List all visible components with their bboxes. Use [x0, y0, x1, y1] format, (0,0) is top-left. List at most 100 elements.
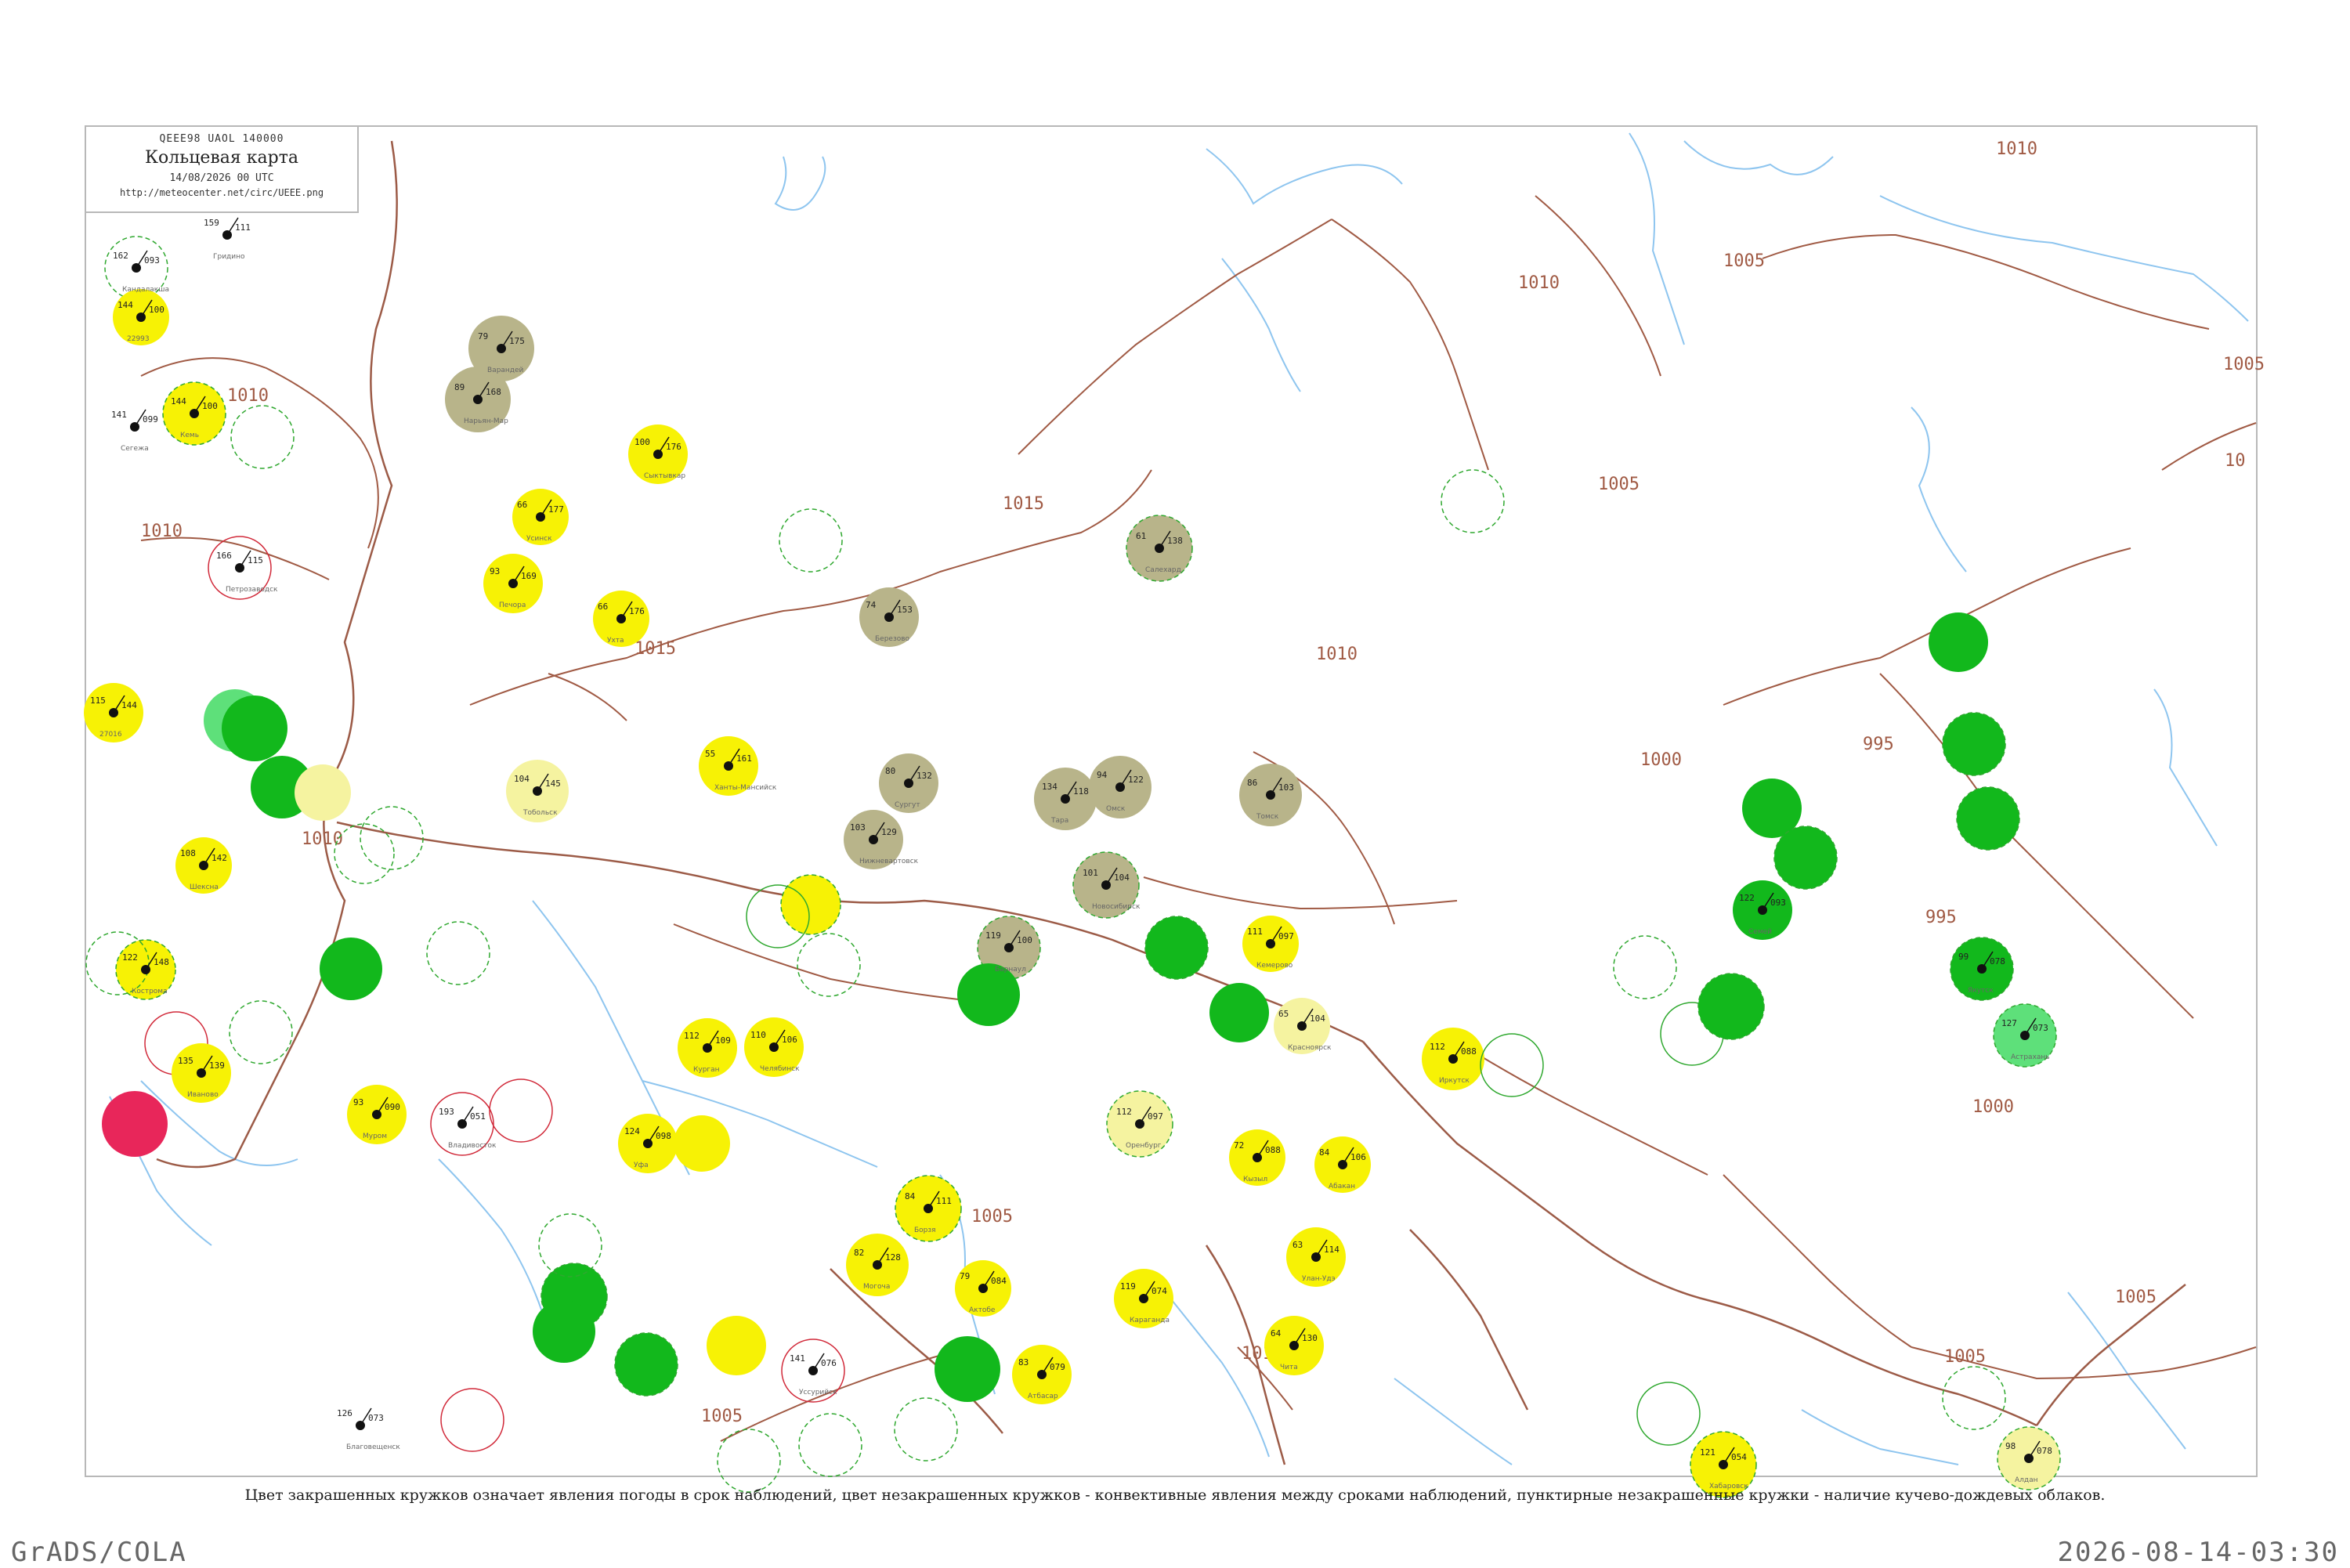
station-pressure: 093 — [1770, 898, 1786, 908]
station-name: Кемерово — [1256, 962, 1293, 970]
footer-timestamp: 2026-08-14-03:30 — [2057, 1537, 2339, 1568]
isobar-label-1005: 1005 — [1723, 251, 1765, 271]
isobar-label-1010: 1010 — [302, 829, 343, 849]
cb-ring — [230, 405, 295, 469]
footer-software: GrADS/COLA — [11, 1537, 187, 1568]
cb-ring — [229, 1000, 293, 1064]
station-name: Шексна — [190, 883, 219, 891]
station-pressure: 088 — [1265, 1145, 1281, 1155]
isobar-label-1005: 1005 — [2223, 355, 2265, 374]
station-name: Атбасар — [1028, 1393, 1058, 1400]
isobar-label-1010: 1010 — [1518, 273, 1560, 293]
station-pressure: 051 — [470, 1111, 486, 1122]
station-pressure: 130 — [1302, 1333, 1318, 1343]
station-pressure: 100 — [202, 401, 218, 411]
station-value: 119 — [1120, 1281, 1136, 1292]
map-url[interactable]: http://meteocenter.net/circ/UEEE.png — [86, 187, 357, 198]
station-value: 61 — [1136, 531, 1146, 541]
station-pressure: 132 — [916, 771, 932, 781]
bulletin-code: QEEE98 UAOL 140000 — [159, 133, 284, 145]
station-name: Сургут — [895, 801, 920, 809]
weather-circle-green — [533, 1300, 595, 1363]
station-value: 122 — [122, 952, 138, 963]
station-name: Якутск — [1968, 987, 1994, 995]
station-name: 27016 — [99, 731, 122, 739]
station-pressure: 145 — [545, 779, 561, 789]
convective-ring-red — [489, 1078, 553, 1143]
station-model[interactable]: 162 093 Кандалакша — [113, 250, 169, 294]
cb-ring — [894, 1397, 958, 1461]
weather-circle-green — [1956, 786, 2020, 851]
isobar-label-1005: 1005 — [701, 1407, 743, 1426]
map-date: 14/08/2026 00 UTC — [169, 172, 274, 184]
station-pressure: 100 — [149, 305, 164, 315]
station-pressure: 078 — [2037, 1446, 2052, 1456]
station-pressure: 106 — [782, 1035, 797, 1045]
station-value: 141 — [790, 1353, 805, 1364]
borders — [156, 140, 2186, 1465]
station-pressure: 104 — [1310, 1013, 1325, 1024]
weather-circle-green — [1929, 612, 1988, 672]
station-value: 144 — [171, 396, 186, 406]
station-model[interactable]: 159 111 Гридино — [204, 217, 251, 261]
station-pressure: 079 — [1050, 1362, 1065, 1372]
station-value: 64 — [1271, 1328, 1282, 1339]
cb-ring — [1942, 1366, 2006, 1430]
map-title: Кольцевая карта — [144, 148, 298, 168]
station-pressure: 177 — [548, 504, 564, 515]
station-model[interactable]: 126 073 Благовещенск — [337, 1407, 400, 1451]
station-name: Благовещенск — [346, 1443, 400, 1451]
weather-circle-green — [1697, 973, 1765, 1040]
station-name: Кызыл — [1243, 1176, 1267, 1183]
station-value: 98 — [2005, 1441, 2016, 1451]
station-name: Усинск — [526, 535, 552, 543]
station-value: 104 — [514, 774, 530, 784]
station-pressure: 073 — [2033, 1023, 2048, 1033]
station-pressure: 128 — [885, 1252, 901, 1263]
station-name: Караганда — [1130, 1317, 1170, 1324]
isobar-label-1005: 1005 — [1598, 475, 1640, 494]
station-pressure: 097 — [1148, 1111, 1163, 1122]
station-value: 144 — [118, 300, 133, 310]
station-pressure: 122 — [1128, 775, 1144, 785]
station-pressure: 161 — [736, 753, 752, 764]
station-value: 79 — [478, 331, 488, 341]
station-pressure: 104 — [1114, 873, 1130, 883]
station-value: 127 — [2001, 1018, 2017, 1028]
cb-ring — [798, 1413, 862, 1477]
weather-circle-green — [320, 938, 382, 1000]
station-model[interactable]: 141 076 Уссурийск — [790, 1353, 837, 1396]
isobar-label-1005: 1005 — [2115, 1288, 2157, 1307]
station-value: 100 — [634, 437, 650, 447]
station-name: Тара — [1050, 817, 1068, 825]
station-name: Уфа — [634, 1162, 649, 1169]
isobar-label-1010: 1010 — [227, 386, 269, 406]
station-value: 66 — [598, 602, 608, 612]
station-pressure: 118 — [1073, 786, 1089, 797]
station-pressure: 090 — [385, 1102, 400, 1112]
station-name: Томск — [1256, 813, 1279, 821]
isobar-label-1000: 1000 — [1640, 750, 1682, 770]
weather-circle-green — [1209, 983, 1269, 1042]
station-value: 101 — [1083, 868, 1098, 878]
station-model[interactable]: 193 051 Владивосток — [439, 1106, 497, 1150]
legend-caption: Цвет закрашенных кружков означает явлени… — [244, 1487, 2106, 1504]
station-name: Актобе — [969, 1306, 996, 1314]
station-name: Семей — [1748, 928, 1772, 936]
station-name: Варандей — [487, 367, 524, 374]
station-pressure: 114 — [1324, 1245, 1340, 1255]
weather-circle-green — [222, 695, 287, 761]
isobar-label-1000: 1000 — [1972, 1097, 2014, 1117]
station-name: Муром — [363, 1133, 387, 1140]
weather-circle-green — [1144, 916, 1209, 980]
station-name: Тобольск — [522, 809, 558, 817]
station-value: 141 — [111, 410, 127, 420]
station-markers: 162 093 Кандалакша 144 100 22993 159 111 Гридино… — [90, 217, 2052, 1490]
station-name: Красноярск — [1288, 1044, 1332, 1052]
station-value: 166 — [216, 551, 232, 561]
station-value: 83 — [1018, 1357, 1029, 1367]
station-value: 119 — [985, 930, 1001, 941]
station-name: Улан-Удэ — [1302, 1275, 1336, 1283]
station-value: 124 — [624, 1126, 640, 1136]
station-model[interactable]: 141 099 Сегежа — [111, 409, 158, 453]
